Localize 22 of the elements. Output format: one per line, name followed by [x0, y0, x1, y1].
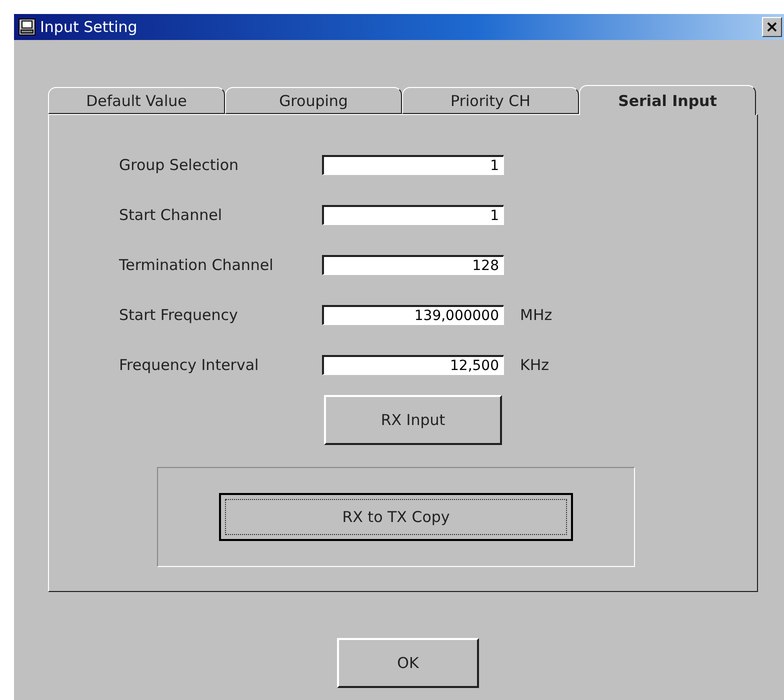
monitor-icon: [18, 18, 36, 36]
window-title: Input Setting: [40, 18, 138, 36]
tab[interactable]: Default Value: [48, 87, 225, 114]
rx-input-button[interactable]: RX Input: [324, 395, 502, 445]
copy-button[interactable]: RX to TX Copy: [219, 493, 573, 541]
input-field[interactable]: 1: [322, 155, 504, 175]
unit-label: KHz: [520, 356, 549, 374]
input-field[interactable]: 128: [322, 255, 504, 275]
input-field[interactable]: 12,500: [322, 355, 504, 375]
field-label: Frequency Interval: [119, 356, 260, 374]
ok-button[interactable]: OK: [337, 638, 479, 688]
field-label: Start Channel: [119, 206, 223, 224]
tab[interactable]: Grouping: [225, 87, 402, 114]
unit-label: MHz: [520, 306, 552, 324]
tab[interactable]: Serial Input: [579, 85, 756, 115]
input-field[interactable]: 139,000000: [322, 305, 504, 325]
tab[interactable]: Priority CH: [402, 87, 579, 114]
close-button[interactable]: ×: [762, 17, 782, 37]
field-label: Start Frequency: [119, 306, 239, 324]
input-field[interactable]: 1: [322, 205, 504, 225]
field-label: Termination Channel: [119, 256, 274, 274]
field-label: Group Selection: [119, 156, 240, 174]
